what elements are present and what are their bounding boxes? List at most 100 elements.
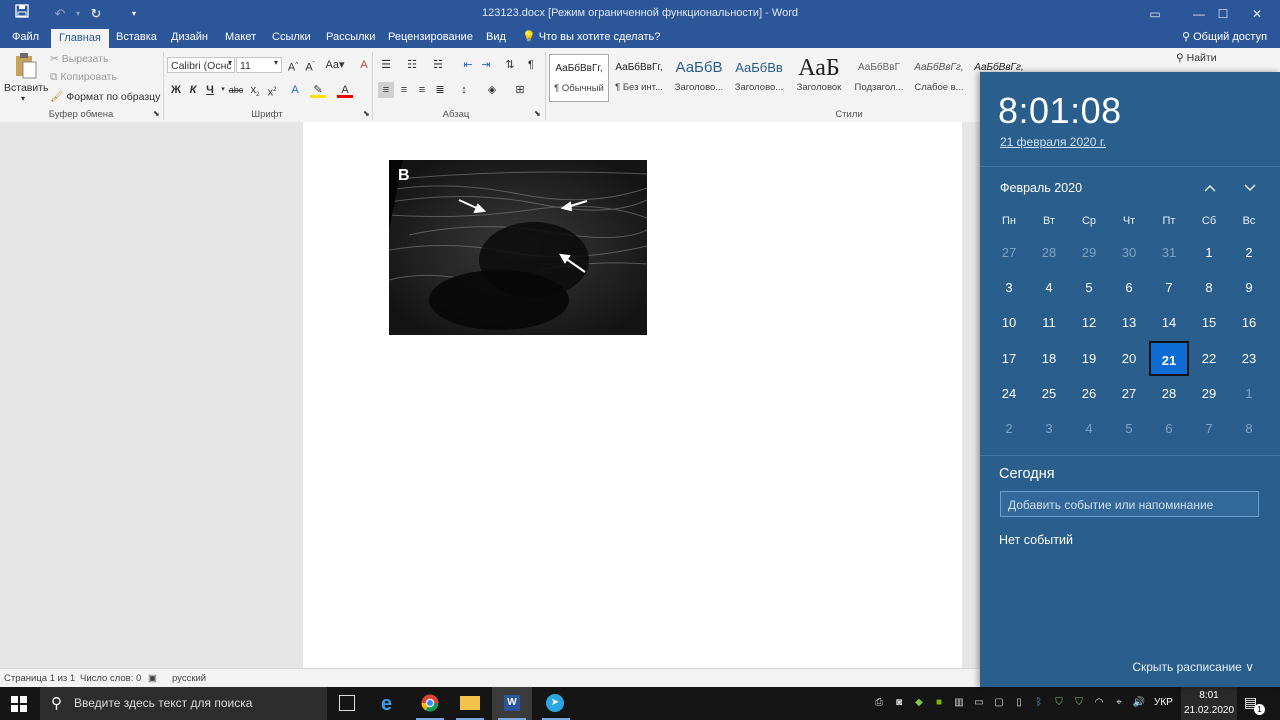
- chrome-icon[interactable]: [410, 687, 450, 720]
- tab-design[interactable]: Дизайн: [163, 28, 216, 48]
- clock-date-link[interactable]: 21 февраля 2020 г.: [1000, 135, 1106, 149]
- calendar-day[interactable]: 31: [1149, 235, 1189, 270]
- shading-icon[interactable]: ◈: [484, 82, 500, 98]
- numbering-icon[interactable]: ☷: [404, 57, 420, 73]
- taskbar-search[interactable]: ⚲ Введите здесь текст для поиска: [40, 687, 327, 720]
- style-heading1[interactable]: АаБбВ Заголово...: [670, 54, 728, 100]
- text-effects-icon[interactable]: A: [287, 82, 303, 98]
- calendar-day[interactable]: 25: [1029, 376, 1069, 411]
- app-tray-icon[interactable]: ▥: [952, 696, 966, 710]
- hide-schedule-button[interactable]: Скрыть расписание ∨: [1132, 660, 1254, 674]
- calendar-day[interactable]: 27: [1109, 376, 1149, 411]
- nvidia-icon[interactable]: ◆: [912, 696, 926, 710]
- style-normal[interactable]: АаБбВвГг, ¶ Обычный: [549, 54, 609, 102]
- proofing-icon[interactable]: ▣: [148, 673, 157, 684]
- style-heading2[interactable]: АаБбВв Заголово...: [730, 54, 788, 100]
- calendar-day[interactable]: 10: [989, 305, 1029, 340]
- tab-insert[interactable]: Вставка: [108, 28, 165, 48]
- clipboard-launcher-icon[interactable]: ⬊: [153, 109, 160, 118]
- calendar-day[interactable]: 7: [1189, 411, 1229, 446]
- tab-layout[interactable]: Макет: [217, 28, 264, 48]
- style-subtle-emphasis[interactable]: АаБбВвГг, Слабое в...: [910, 54, 968, 100]
- windows-start-icon[interactable]: [11, 696, 27, 715]
- bullets-icon[interactable]: ☰: [378, 57, 394, 73]
- highlight-icon[interactable]: ✎: [310, 82, 326, 98]
- calendar-day[interactable]: 2: [989, 411, 1029, 446]
- format-painter-button[interactable]: 🖌 Формат по образцу: [50, 90, 160, 103]
- calendar-day[interactable]: 3: [1029, 411, 1069, 446]
- calendar-month[interactable]: Февраль 2020: [1000, 181, 1082, 195]
- display-icon[interactable]: ▢: [992, 696, 1006, 710]
- tell-me-search[interactable]: 💡 Что вы хотите сделать?: [516, 28, 668, 48]
- font-size-dropdown-icon[interactable]: ▾: [274, 58, 278, 67]
- align-center-icon[interactable]: ≡: [396, 82, 412, 98]
- security-icon[interactable]: ⛉: [1072, 696, 1086, 710]
- tab-review[interactable]: Рецензирование: [380, 28, 481, 48]
- multilevel-list-icon[interactable]: ☵: [430, 57, 446, 73]
- wifi-icon[interactable]: ◠: [1092, 696, 1106, 710]
- justify-icon[interactable]: ≣: [432, 82, 448, 98]
- calendar-day[interactable]: 29: [1189, 376, 1229, 411]
- vertical-scrollbar[interactable]: [962, 122, 980, 668]
- calendar-day[interactable]: 9: [1229, 270, 1269, 305]
- decrease-indent-icon[interactable]: ⇤: [460, 57, 476, 73]
- style-subtitle[interactable]: АаБбВвГ Подзагол...: [850, 54, 908, 100]
- tab-view[interactable]: Вид: [478, 28, 514, 48]
- superscript-button[interactable]: x2: [264, 82, 280, 99]
- network-icon[interactable]: ⌖: [1112, 696, 1126, 710]
- word-count[interactable]: Число слов: 0: [80, 673, 141, 684]
- calendar-day[interactable]: 29: [1069, 235, 1109, 270]
- tab-home[interactable]: Главная: [51, 29, 109, 48]
- next-month-icon[interactable]: [1239, 176, 1261, 198]
- font-color-icon[interactable]: A: [337, 82, 353, 98]
- calendar-day[interactable]: 7: [1149, 270, 1189, 305]
- add-event-input[interactable]: Добавить событие или напоминание: [1000, 491, 1259, 517]
- calendar-day[interactable]: 18: [1029, 341, 1069, 376]
- align-right-icon[interactable]: ≡: [414, 82, 430, 98]
- file-explorer-icon[interactable]: [450, 687, 490, 720]
- calendar-day[interactable]: 8: [1189, 270, 1229, 305]
- paste-button[interactable]: Вставить ▾: [4, 50, 49, 104]
- calendar-day[interactable]: 6: [1109, 270, 1149, 305]
- task-view-icon[interactable]: [327, 687, 367, 720]
- calendar-day[interactable]: 6: [1149, 411, 1189, 446]
- tab-mailings[interactable]: Рассылки: [318, 28, 383, 48]
- calendar-day[interactable]: 27: [989, 235, 1029, 270]
- graphics-icon[interactable]: ■: [932, 696, 946, 710]
- calendar-day-today[interactable]: 21: [1149, 340, 1189, 376]
- calendar-day[interactable]: 28: [1149, 376, 1189, 411]
- calendar-day[interactable]: 26: [1069, 376, 1109, 411]
- calendar-day[interactable]: 4: [1029, 270, 1069, 305]
- page-count[interactable]: Страница 1 из 1: [4, 673, 75, 684]
- sort-icon[interactable]: ⇅: [502, 57, 518, 73]
- calendar-day[interactable]: 2: [1229, 235, 1269, 270]
- defender-icon[interactable]: ⛉: [1052, 696, 1066, 710]
- borders-icon[interactable]: ⊞: [512, 82, 528, 98]
- font-name-combo[interactable]: Calibri (Оснс: [167, 57, 235, 73]
- calendar-day[interactable]: 24: [989, 376, 1029, 411]
- tab-references[interactable]: Ссылки: [264, 28, 319, 48]
- close-button[interactable]: ✕: [1234, 0, 1280, 28]
- calendar-day[interactable]: 28: [1029, 235, 1069, 270]
- language-status[interactable]: русский: [172, 673, 206, 684]
- calendar-day[interactable]: 16: [1229, 305, 1269, 340]
- calendar-day[interactable]: 11: [1029, 305, 1069, 340]
- calendar-day[interactable]: 20: [1109, 341, 1149, 376]
- input-language[interactable]: УКР: [1154, 697, 1173, 708]
- edge-icon[interactable]: e: [370, 687, 410, 720]
- change-case-button[interactable]: Aa▾: [323, 57, 347, 73]
- font-launcher-icon[interactable]: ⬊: [363, 109, 370, 118]
- calendar-day[interactable]: 5: [1069, 270, 1109, 305]
- calendar-day[interactable]: 13: [1109, 305, 1149, 340]
- share-button[interactable]: ⚲ Общий доступ: [1174, 28, 1275, 48]
- calendar-day[interactable]: 23: [1229, 341, 1269, 376]
- calendar-day[interactable]: 1: [1229, 376, 1269, 411]
- battery-icon[interactable]: ▯: [1012, 696, 1026, 710]
- calendar-day[interactable]: 30: [1109, 235, 1149, 270]
- calendar-day[interactable]: 15: [1189, 305, 1229, 340]
- calendar-day[interactable]: 14: [1149, 305, 1189, 340]
- telegram-icon[interactable]: ➤: [536, 687, 576, 720]
- show-marks-icon[interactable]: ¶: [523, 57, 539, 73]
- grow-font-icon[interactable]: A^: [285, 57, 301, 74]
- printer-icon[interactable]: ⎙: [872, 696, 886, 710]
